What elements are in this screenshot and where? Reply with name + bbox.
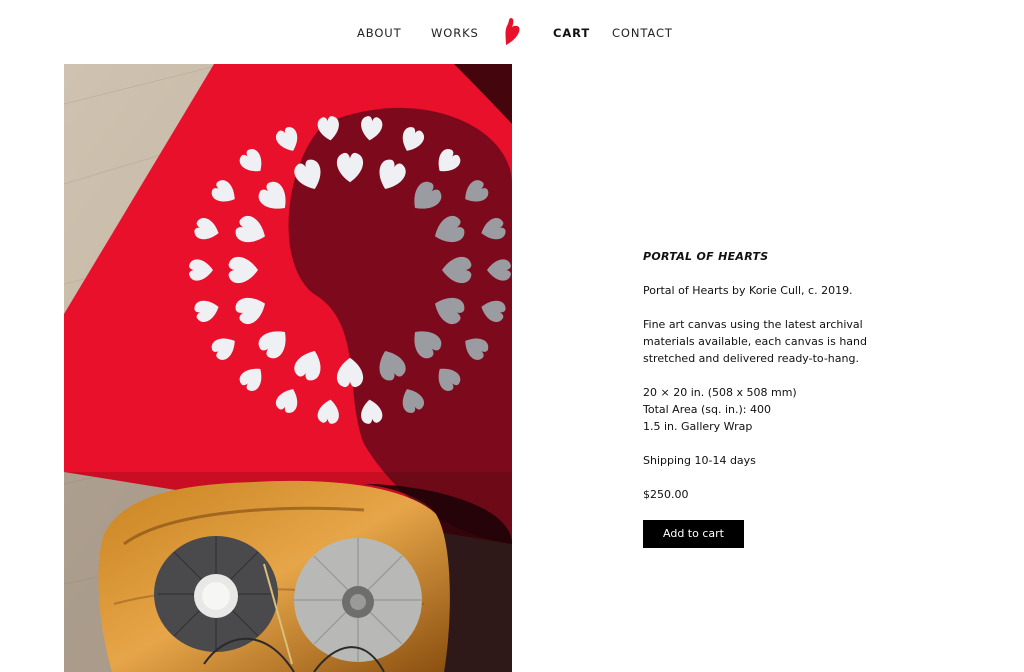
product-specs: 20 × 20 in. (508 x 508 mm) Total Area (s… [643, 384, 883, 435]
product-details: PORTAL OF HEARTS Portal of Hearts by Kor… [643, 248, 883, 548]
spec-gallery-wrap: 1.5 in. Gallery Wrap [643, 420, 753, 433]
red-heart-logo-icon[interactable] [500, 16, 524, 46]
product-photo [64, 64, 512, 672]
product-description: Fine art canvas using the latest archiva… [643, 318, 867, 365]
main-nav: ABOUT WORKS CART CONTACT [0, 0, 1024, 64]
nav-cart-link[interactable]: CART [553, 26, 590, 40]
add-to-cart-button[interactable]: Add to cart [643, 520, 744, 548]
product-byline: Portal of Hearts by Korie Cull, c. 2019. [643, 284, 853, 297]
shipping-info: Shipping 10-14 days [643, 454, 756, 467]
product-page: ABOUT WORKS CART CONTACT PORTAL OF HEART… [0, 0, 1024, 672]
nav-contact-link[interactable]: CONTACT [612, 26, 673, 40]
nav-works-link[interactable]: WORKS [431, 26, 479, 40]
nav-about-link[interactable]: ABOUT [357, 26, 402, 40]
spec-total-area: Total Area (sq. in.): 400 [643, 403, 772, 416]
product-title: PORTAL OF HEARTS [643, 250, 769, 263]
spec-dimensions: 20 × 20 in. (508 x 508 mm) [643, 386, 797, 399]
product-price: $250.00 [643, 488, 689, 501]
